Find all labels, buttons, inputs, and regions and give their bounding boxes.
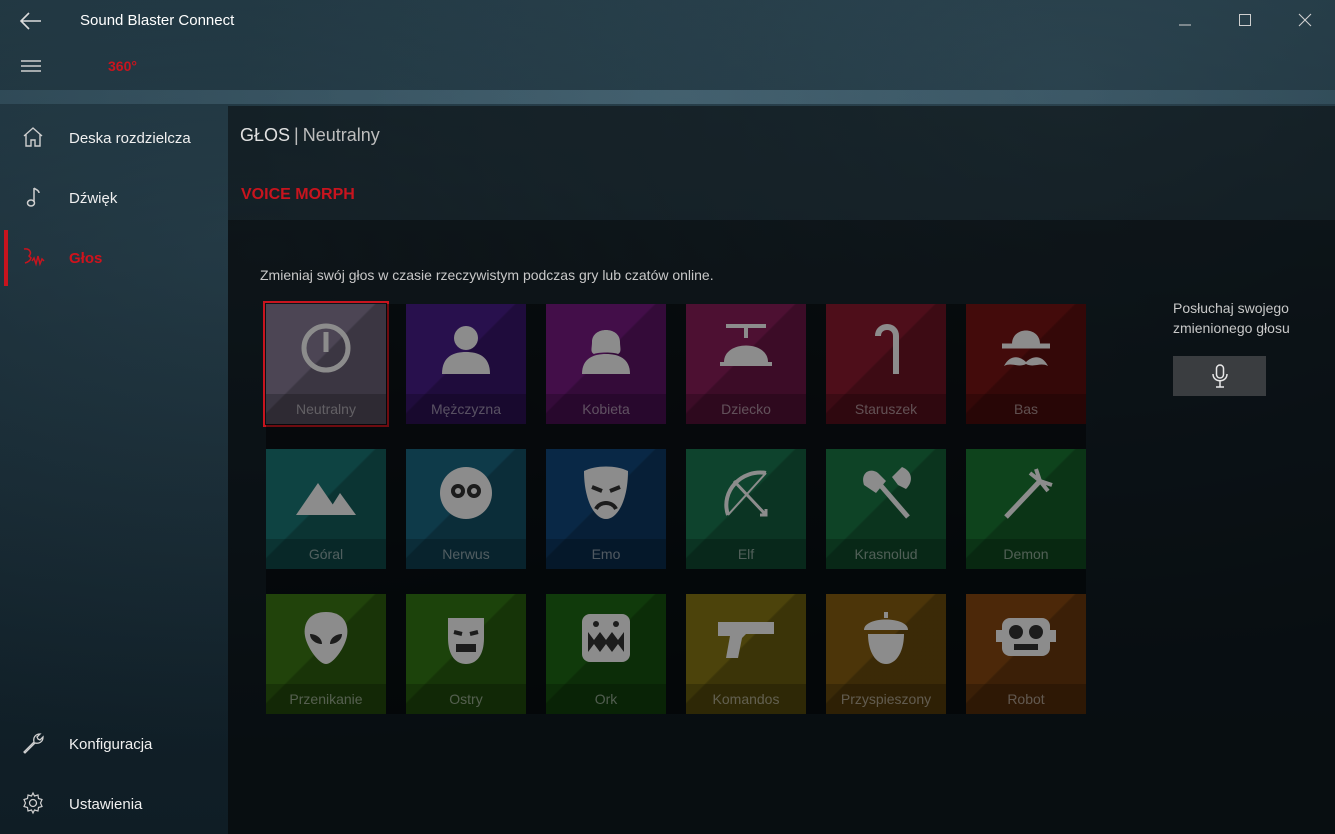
maximize-button[interactable] <box>1225 6 1265 34</box>
breadcrumb-separator: | <box>294 125 299 145</box>
minimize-icon <box>1179 24 1191 26</box>
sidebar-item-dashboard[interactable]: Deska rozdzielcza <box>0 110 228 166</box>
close-icon <box>1298 13 1312 27</box>
sidebar-item-label: Konfiguracja <box>69 735 153 753</box>
sidebar-item-settings[interactable]: Ustawienia <box>0 776 228 832</box>
back-button[interactable] <box>14 6 48 36</box>
microphone-icon <box>1211 364 1228 388</box>
back-arrow-icon <box>20 12 41 30</box>
logo-360: 360° <box>108 58 137 74</box>
sidebar-item-label: Głos <box>69 249 103 267</box>
breadcrumb: GŁOS | Neutralny <box>240 125 380 146</box>
hamburger-menu-button[interactable] <box>14 52 48 80</box>
active-indicator <box>4 230 8 286</box>
sidebar-item-voice[interactable]: Głos <box>0 230 228 286</box>
hamburger-icon <box>21 60 41 72</box>
gear-icon <box>20 790 46 816</box>
voice-icon <box>20 244 46 270</box>
disabled-overlay <box>266 304 1086 714</box>
sidebar-item-configuration[interactable]: Konfiguracja <box>0 716 228 772</box>
sidebar-item-label: Dźwięk <box>69 189 118 207</box>
microphone-button[interactable] <box>1173 356 1266 396</box>
maximize-icon <box>1239 14 1251 26</box>
section-description: Zmieniaj swój głos w czasie rzeczywistym… <box>260 267 714 283</box>
listen-label: Posłuchaj swojego zmienionego głosu <box>1173 300 1290 336</box>
music-note-icon <box>20 184 46 210</box>
app-title: Sound Blaster Connect <box>80 12 235 29</box>
wrench-icon <box>20 730 46 756</box>
breadcrumb-current: Neutralny <box>302 125 380 145</box>
section-title: VOICE MORPH <box>241 186 355 203</box>
close-button[interactable] <box>1285 6 1325 34</box>
breadcrumb-section: GŁOS <box>240 125 291 145</box>
voice-tiles-grid: Neutralny Mężczyzna Kobieta Dziecko Starusze… <box>263 301 1086 714</box>
home-icon <box>20 124 46 150</box>
sidebar-item-sound[interactable]: Dźwięk <box>0 170 228 226</box>
sidebar-item-label: Deska rozdzielcza <box>69 129 191 147</box>
background-band <box>0 90 1335 104</box>
minimize-button[interactable] <box>1165 6 1205 34</box>
sidebar-item-label: Ustawienia <box>69 795 143 813</box>
